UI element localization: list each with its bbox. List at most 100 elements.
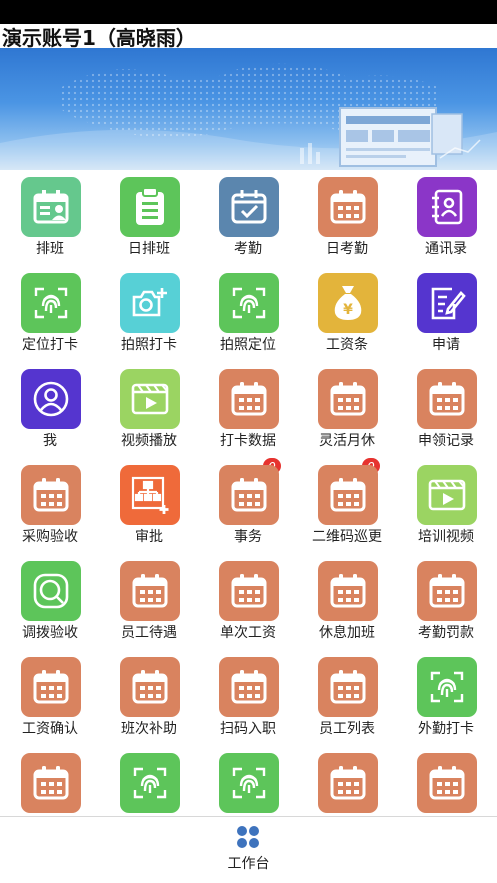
grid-item[interactable]: 申领记录	[397, 362, 496, 458]
banner-image	[0, 48, 497, 170]
grid-item[interactable]: 培训视频	[397, 458, 496, 554]
grid-item[interactable]: 拍照定位	[199, 266, 298, 362]
grid-item[interactable]: 事务	[199, 458, 298, 554]
grid-item-label: 拍照打卡	[121, 337, 177, 353]
grid-item[interactable]: 定位打卡	[1, 266, 100, 362]
grid-item[interactable]: 采购验收	[1, 458, 100, 554]
grid-item-label: 我	[43, 433, 57, 449]
grid-item[interactable]: 通讯录	[397, 170, 496, 266]
calendar-icon[interactable]	[218, 561, 279, 621]
bottom-tab-bar: 工作台	[0, 816, 497, 883]
calendar-icon[interactable]	[317, 561, 378, 621]
grid-item[interactable]: ¥ 工资条	[298, 266, 397, 362]
grid-item[interactable]: 班次补助	[100, 650, 199, 746]
grid-item[interactable]: 日排班	[100, 170, 199, 266]
grid-item-label: 排班	[36, 241, 64, 257]
grid-item-label: 员工列表	[319, 721, 375, 737]
grid-item-label: 拍照定位	[220, 337, 276, 353]
fingerprint-icon[interactable]	[20, 273, 81, 333]
clipboard-icon[interactable]	[119, 177, 180, 237]
fingerprint-icon[interactable]	[119, 753, 180, 813]
grid-item-label: 申请	[432, 337, 460, 353]
grid-item[interactable]: 员工列表	[298, 650, 397, 746]
grid-item[interactable]	[298, 746, 397, 816]
grid-item[interactable]: 日考勤	[298, 170, 397, 266]
grid-item-label: 单次工资	[220, 625, 276, 641]
calendar-icon[interactable]	[20, 753, 81, 813]
grid-item[interactable]: 视频播放	[100, 362, 199, 458]
app-grid: 排班 日排班 考勤 日考勤 通讯录 定位打卡 拍照打卡 拍照定位 ¥ 工资条 申…	[0, 170, 497, 816]
grid-item[interactable]: 外勤打卡	[397, 650, 496, 746]
grid-item-label: 调拨验收	[22, 625, 78, 641]
grid-item[interactable]: 拍照打卡	[100, 266, 199, 362]
org-chart-icon[interactable]	[119, 465, 180, 525]
grid-item[interactable]: 调拨验收	[1, 554, 100, 650]
svg-text:¥: ¥	[343, 302, 353, 318]
apps-grid-icon[interactable]	[236, 825, 260, 849]
calendar-icon[interactable]	[317, 369, 378, 429]
calendar-icon[interactable]	[416, 561, 477, 621]
grid-item[interactable]: 申请	[397, 266, 496, 362]
calendar-icon[interactable]	[317, 753, 378, 813]
calendar-icon[interactable]	[119, 657, 180, 717]
grid-item-label: 考勤	[234, 241, 262, 257]
calendar-icon[interactable]	[317, 657, 378, 717]
calendar-icon[interactable]	[218, 369, 279, 429]
grid-item-label: 工资条	[326, 337, 368, 353]
grid-item-label: 采购验收	[22, 529, 78, 545]
grid-item-label: 员工待遇	[121, 625, 177, 641]
calendar-icon[interactable]	[317, 465, 378, 525]
grid-item[interactable]: 我	[1, 362, 100, 458]
status-bar	[0, 0, 497, 24]
grid-item-label: 班次补助	[121, 721, 177, 737]
grid-item[interactable]	[100, 746, 199, 816]
grid-item-label: 审批	[135, 529, 163, 545]
calendar-icon[interactable]	[416, 369, 477, 429]
calendar-icon[interactable]	[20, 465, 81, 525]
grid-item-label: 外勤打卡	[418, 721, 474, 737]
grid-item-label: 休息加班	[319, 625, 375, 641]
money-bag-icon[interactable]: ¥	[317, 273, 378, 333]
grid-item[interactable]: 审批	[100, 458, 199, 554]
grid-item[interactable]	[1, 746, 100, 816]
grid-item[interactable]: 考勤	[199, 170, 298, 266]
grid-item-label: 定位打卡	[22, 337, 78, 353]
search-frame-icon[interactable]	[20, 561, 81, 621]
calendar-icon[interactable]	[119, 561, 180, 621]
calendar-icon[interactable]	[20, 657, 81, 717]
fingerprint-icon[interactable]	[416, 657, 477, 717]
grid-item[interactable]	[199, 746, 298, 816]
camera-plus-icon[interactable]	[119, 273, 180, 333]
tab-workbench[interactable]: 工作台	[0, 853, 497, 873]
schedule-person-icon[interactable]	[20, 177, 81, 237]
grid-item[interactable]: 灵活月休	[298, 362, 397, 458]
grid-item[interactable]: 休息加班	[298, 554, 397, 650]
grid-item[interactable]: 员工待遇	[100, 554, 199, 650]
grid-item[interactable]: 考勤罚款	[397, 554, 496, 650]
grid-item[interactable]: 打卡数据	[199, 362, 298, 458]
grid-item-label: 考勤罚款	[418, 625, 474, 641]
grid-item[interactable]: 扫码入职	[199, 650, 298, 746]
calendar-check-icon[interactable]	[218, 177, 279, 237]
contacts-icon[interactable]	[416, 177, 477, 237]
grid-item-label: 二维码巡更	[312, 529, 382, 545]
fingerprint-icon[interactable]	[218, 753, 279, 813]
edit-document-icon[interactable]	[416, 273, 477, 333]
fingerprint-icon[interactable]	[218, 273, 279, 333]
grid-item[interactable]	[397, 746, 496, 816]
grid-item[interactable]: 工资确认	[1, 650, 100, 746]
grid-item[interactable]: 排班	[1, 170, 100, 266]
user-circle-icon[interactable]	[20, 369, 81, 429]
calendar-icon[interactable]	[416, 753, 477, 813]
grid-item[interactable]: 单次工资	[199, 554, 298, 650]
header: 演示账号1（高晓雨）	[0, 24, 497, 50]
video-icon[interactable]	[119, 369, 180, 429]
grid-item-label: 灵活月休	[319, 433, 375, 449]
grid-item-label: 事务	[234, 529, 262, 545]
calendar-icon[interactable]	[218, 465, 279, 525]
calendar-icon[interactable]	[218, 657, 279, 717]
grid-item[interactable]: 二维码巡更	[298, 458, 397, 554]
video-icon[interactable]	[416, 465, 477, 525]
calendar-icon[interactable]	[317, 177, 378, 237]
grid-item-label: 通讯录	[425, 241, 467, 257]
